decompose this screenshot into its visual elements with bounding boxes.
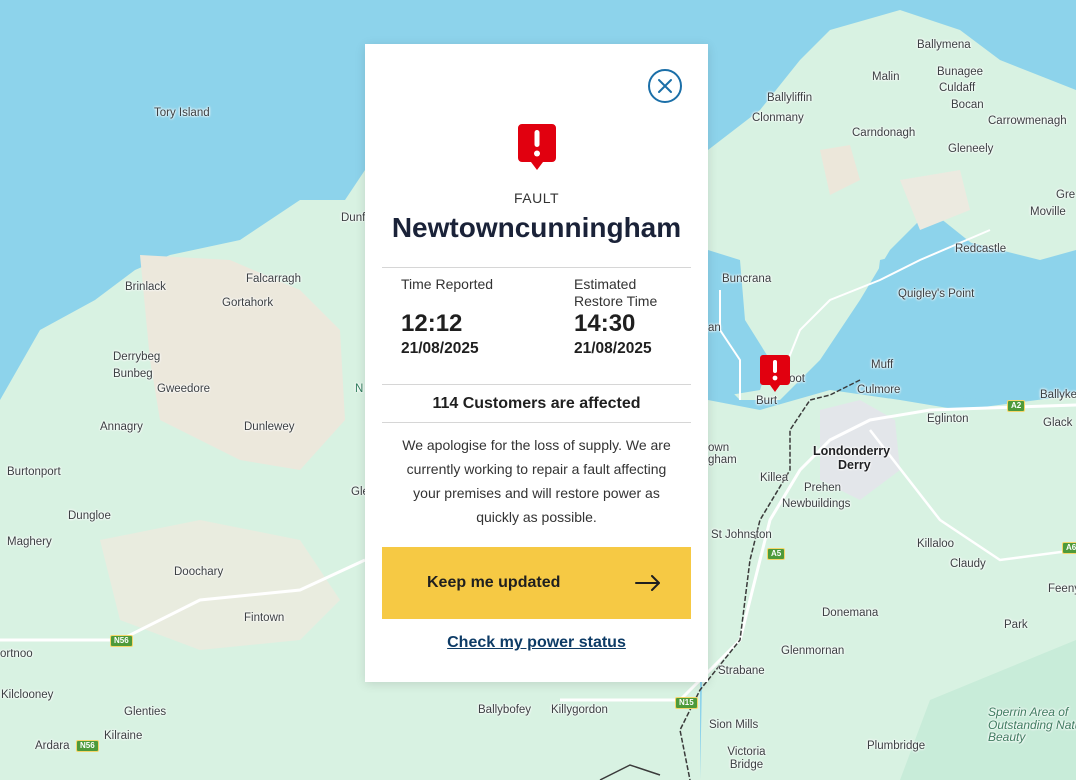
map-label: Doochary <box>174 566 224 578</box>
map-label: Killygordon <box>551 704 608 716</box>
map-label: Dunf <box>341 212 366 224</box>
map-label: Strabane <box>718 665 765 677</box>
map-label: Claudy <box>950 558 986 570</box>
map-label: St Johnston <box>711 529 772 541</box>
map-label: Ballyke <box>1040 389 1076 401</box>
road-shield: A2 <box>1007 400 1026 412</box>
restore-time-value: 14:30 <box>574 310 636 337</box>
map-label: Sperrin Area of Outstanding Natural Beau… <box>988 705 1076 745</box>
map-label: Sion Mills <box>709 719 759 731</box>
road-shield: A5 <box>767 548 786 560</box>
map-label: ortnoo <box>0 648 33 660</box>
map-label: Culmore <box>857 384 901 396</box>
map-label: Carrowmenagh <box>988 115 1067 127</box>
time-reported-date: 21/08/2025 <box>401 340 479 357</box>
map-label: an <box>708 322 721 334</box>
map-label: Muff <box>871 359 894 371</box>
map-label: Prehen <box>804 482 842 494</box>
keep-me-updated-label: Keep me updated <box>427 574 561 591</box>
fault-type-label: FAULT <box>513 190 560 206</box>
map-label: Plumbridge <box>867 740 926 752</box>
fault-marker-icon <box>518 124 556 170</box>
restore-time-label-line2: Restore Time <box>574 293 658 309</box>
map-label: Gleneely <box>948 143 994 155</box>
map-label: oot <box>789 373 805 385</box>
fault-details-modal: FAULT Newtowncunningham Time Reported 12… <box>365 44 708 682</box>
map-label: Moville <box>1030 206 1066 218</box>
map-label: Derrybeg <box>113 351 161 363</box>
map-label: Londonderry <box>813 444 891 458</box>
map-label: Killea <box>760 472 789 484</box>
road-shield: N56 <box>76 740 99 752</box>
map-label: Burt <box>756 395 778 407</box>
map-label: Maghery <box>7 536 52 548</box>
map-label: Ballyliffin <box>767 92 813 104</box>
map-label: Carndonagh <box>852 127 916 139</box>
keep-me-updated-button[interactable]: Keep me updated <box>382 547 691 619</box>
restore-time-date: 21/08/2025 <box>574 340 652 357</box>
time-reported-value: 12:12 <box>401 310 463 337</box>
map-label: Annagry <box>100 421 143 433</box>
map-label: Fintown <box>244 612 285 624</box>
map-label: Glack <box>1043 417 1073 429</box>
map-label: Culdaff <box>939 82 976 94</box>
map-label: Bocan <box>951 99 984 111</box>
map-label: Newbuildings <box>782 498 851 510</box>
map-label: Glenties <box>124 706 167 718</box>
divider <box>382 267 691 268</box>
map-label: Kilclooney <box>1 689 54 701</box>
map-label: Ballybofey <box>478 704 532 716</box>
road-shield: N56 <box>110 635 133 647</box>
map-label: Buncrana <box>722 273 772 285</box>
fault-map-pin[interactable] <box>760 355 790 393</box>
close-icon <box>658 79 672 93</box>
map-label: Ballymena <box>917 39 971 51</box>
map-label: Tory Island <box>154 107 210 119</box>
map-label: Dunlewey <box>244 421 295 433</box>
restore-time-block: Estimated Restore Time 14:30 21/08/2025 <box>574 276 704 358</box>
map-label: Feeny <box>1048 583 1076 595</box>
map-label: Donemana <box>822 607 879 619</box>
close-button[interactable] <box>648 69 682 103</box>
map-label: Kilraine <box>104 730 143 742</box>
map-label: N <box>355 383 364 395</box>
divider <box>382 384 691 385</box>
road-shield: A6 <box>1062 542 1076 554</box>
customers-affected: 114 Customers are affected <box>432 395 641 412</box>
time-reported-block: Time Reported 12:12 21/08/2025 <box>401 276 531 358</box>
map-label: Killaloo <box>917 538 955 550</box>
map-label: Park <box>1004 619 1028 631</box>
fault-location-title: Newtowncunningham <box>391 212 682 243</box>
map-label: Redcastle <box>955 243 1007 255</box>
map-label: Quigley's Point <box>898 288 975 300</box>
fault-marker-icon <box>760 355 790 392</box>
map-label: Malin <box>872 71 900 83</box>
map-label: Victoria Bridge <box>727 746 766 771</box>
time-reported-label: Time Reported <box>401 276 494 292</box>
map-label: Eglinton <box>927 413 969 425</box>
map-label: Clonmany <box>752 112 804 124</box>
map-label: Gortahork <box>222 297 274 309</box>
check-power-status-link[interactable]: Check my power status <box>365 634 708 652</box>
map-label: Derry <box>838 458 871 472</box>
map-label: Bunbeg <box>113 368 153 380</box>
map-label: Bunagee <box>937 66 984 78</box>
map-label: Gweedore <box>157 383 211 395</box>
map-label: Burtonport <box>7 466 61 478</box>
map-label: Brinlack <box>125 281 166 293</box>
map-label: Glenmornan <box>781 645 845 657</box>
arrow-right-icon <box>635 575 660 591</box>
restore-time-label-line1: Estimated <box>574 276 637 292</box>
divider <box>382 422 691 423</box>
road-shield: N15 <box>675 697 698 709</box>
map-label: Gre <box>1056 189 1076 201</box>
map-label: Ardara <box>35 740 70 752</box>
map-label: own <box>708 442 730 454</box>
apology-message: We apologise for the loss of supply. We … <box>402 437 671 525</box>
map-label: Falcarragh <box>246 273 301 285</box>
map-label: gham <box>708 454 737 466</box>
map-label: Dungloe <box>68 510 111 522</box>
